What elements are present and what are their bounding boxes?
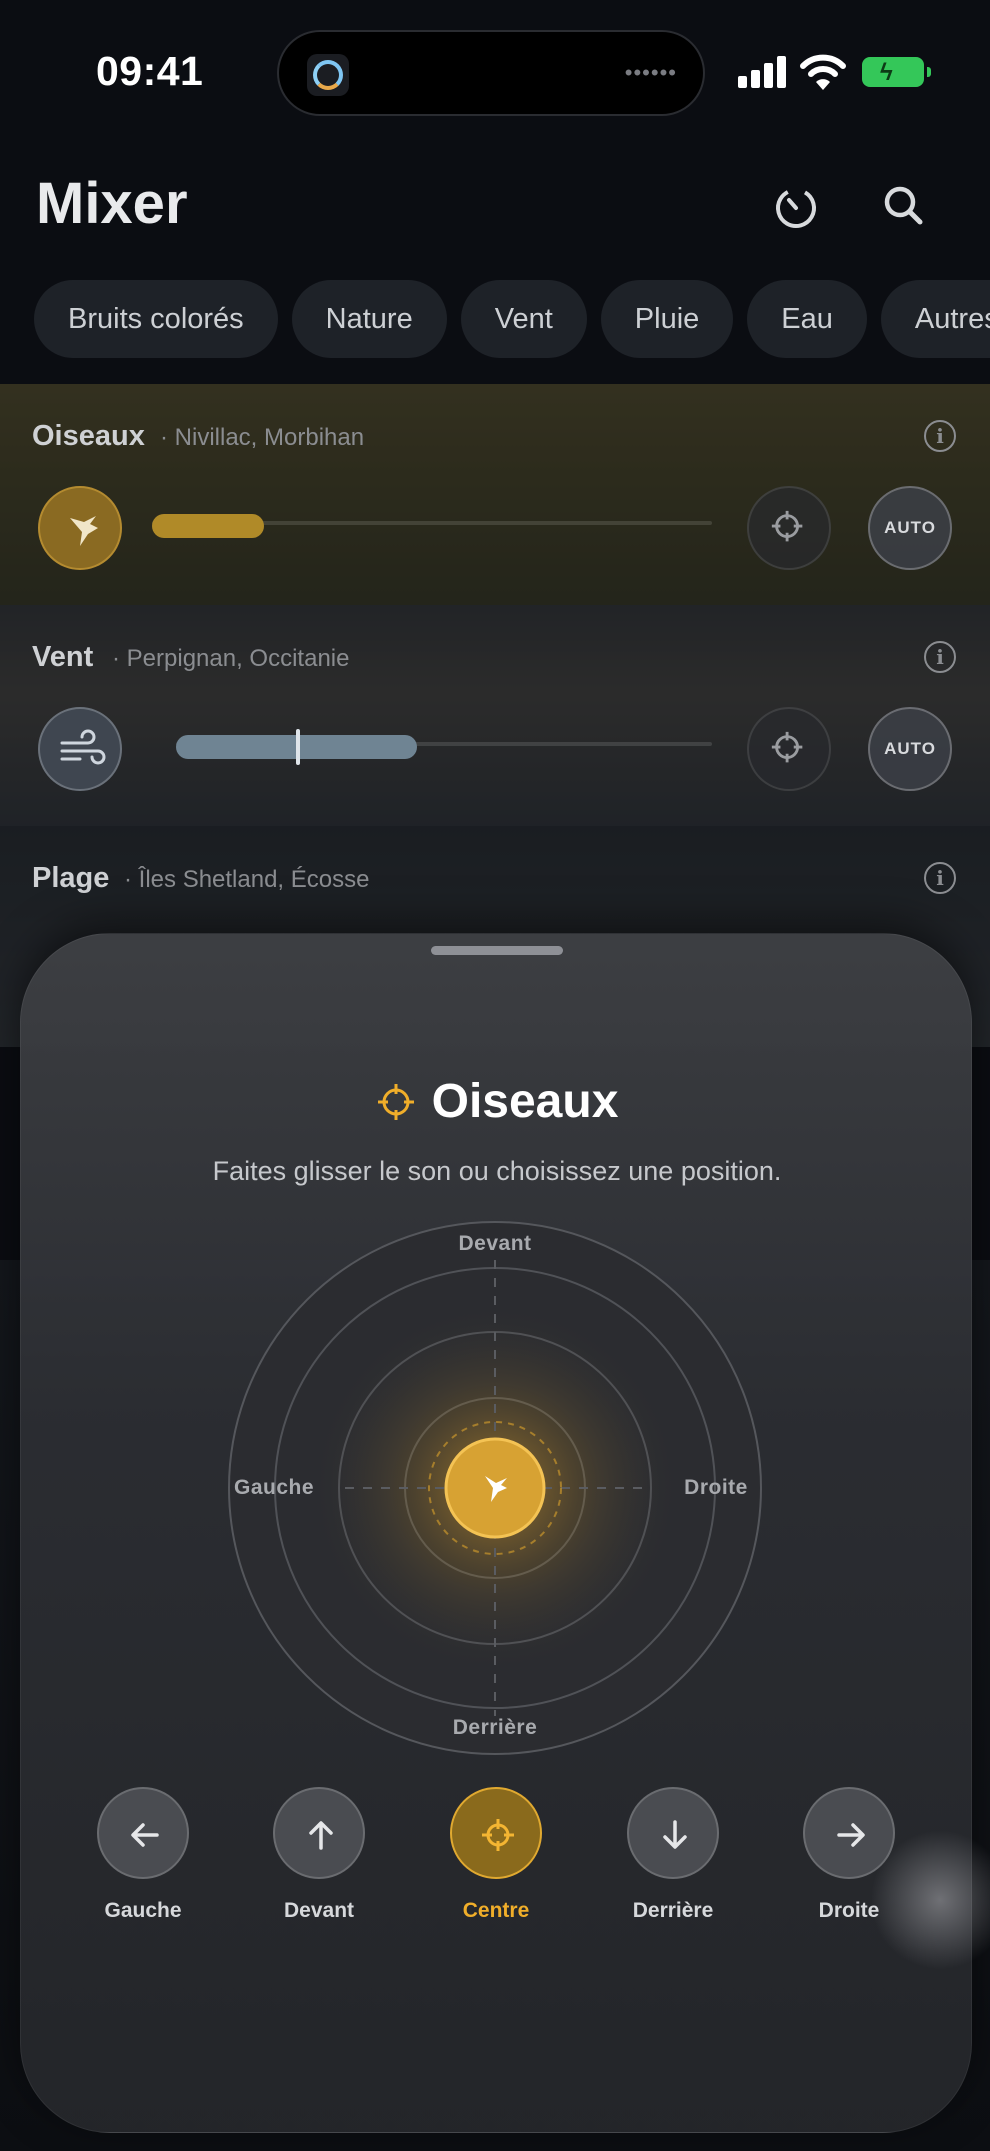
volume-fill[interactable] [152, 514, 264, 538]
sheet-title: Oiseaux [431, 1075, 619, 1128]
sound-name: Oiseaux [32, 420, 145, 452]
position-label: Centre [462, 1899, 530, 1922]
position-label: Devant [283, 1899, 355, 1922]
position-presets: Gauche Devant Centre Derrière Droite [21, 1787, 973, 1937]
sound-location: · Nivillac, Morbihan [160, 424, 365, 451]
status-time: 09:41 [96, 48, 204, 94]
crosshair-icon [377, 1083, 414, 1120]
sound-row-oiseaux: Oiseaux · Nivillac, Morbihan i AUTO [0, 384, 990, 605]
activity-ring-icon [307, 54, 349, 96]
category-chip[interactable]: Autres [880, 280, 990, 358]
category-chip[interactable]: Bruits colorés [34, 280, 278, 358]
search-icon[interactable] [876, 178, 932, 234]
info-icon[interactable]: i [924, 862, 956, 894]
sound-location: · Îles Shetland, Écosse [124, 866, 370, 893]
position-center-button[interactable] [450, 1787, 542, 1879]
arrow-left-icon [131, 1823, 159, 1847]
info-icon[interactable]: i [924, 641, 956, 673]
sheet-header: Oiseaux [21, 1074, 973, 1144]
category-chip[interactable]: Eau [747, 280, 867, 358]
arrow-down-icon [663, 1820, 687, 1849]
bird-icon[interactable] [471, 1464, 519, 1512]
dynamic-island: •••••• [277, 30, 705, 116]
position-target-button[interactable] [747, 707, 831, 791]
position-left-button[interactable] [97, 1787, 189, 1879]
radar-label-left: Gauche [233, 1476, 315, 1499]
auto-button[interactable]: AUTO [868, 486, 952, 570]
info-icon[interactable]: i [924, 420, 956, 452]
position-front-button[interactable] [273, 1787, 365, 1879]
wifi-icon [800, 52, 846, 92]
category-chip[interactable]: Nature [291, 280, 447, 358]
position-label: Gauche [104, 1899, 182, 1922]
sound-row-vent: Vent · Perpignan, Occitanie i AUTO [0, 605, 990, 826]
sheet-subtitle: Faites glisser le son ou choisissez une … [212, 1156, 782, 1186]
position-back-button[interactable] [627, 1787, 719, 1879]
island-dots: •••••• [624, 60, 677, 85]
spatial-position-pad[interactable]: Devant Derrière Gauche Droite [227, 1220, 763, 1756]
sheet-grabber[interactable] [431, 946, 563, 955]
page-title: Mixer [36, 171, 188, 236]
category-chip[interactable]: Pluie [600, 280, 734, 358]
category-chip[interactable]: Vent [460, 280, 587, 358]
arrow-up-icon [309, 1821, 333, 1850]
crosshair-icon [482, 1819, 514, 1851]
arrow-right-icon [837, 1823, 865, 1847]
cellular-signal-icon [738, 56, 786, 88]
bird-icon[interactable] [38, 486, 122, 570]
battery-icon: ϟ [862, 57, 931, 87]
position-label: Derrière [632, 1899, 714, 1922]
radar-label-front: Devant [458, 1232, 532, 1255]
wind-icon[interactable] [38, 707, 122, 791]
sound-name: Vent [32, 641, 94, 673]
sound-location: · Perpignan, Occitanie [112, 645, 350, 672]
radar-label-back: Derrière [452, 1716, 538, 1739]
status-bar: 09:41 •••••• ϟ [0, 0, 990, 140]
radar-label-right: Droite [684, 1476, 748, 1499]
timer-icon[interactable] [768, 178, 824, 234]
category-tabs: Bruits colorésNatureVentPluieEauAutres [34, 280, 990, 360]
position-sheet: Oiseaux Faites glisser le son ou choisis… [20, 933, 972, 2133]
auto-button[interactable]: AUTO [868, 707, 952, 791]
position-target-button[interactable] [747, 486, 831, 570]
volume-thumb[interactable] [296, 729, 300, 765]
sound-name: Plage [32, 862, 110, 894]
